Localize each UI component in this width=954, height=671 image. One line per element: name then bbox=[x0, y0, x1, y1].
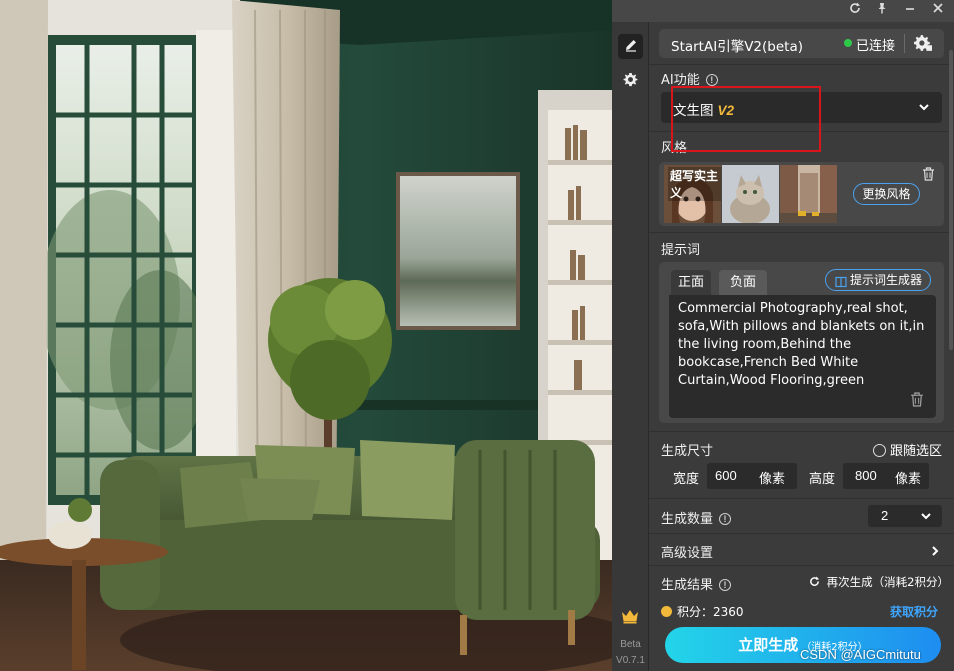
count-dropdown[interactable]: 2 bbox=[868, 505, 942, 527]
ai-function-dropdown[interactable]: 文生图 V2 bbox=[661, 92, 942, 123]
ai-function-label: AI功能! bbox=[661, 69, 718, 88]
section-divider bbox=[649, 232, 954, 233]
minimize-icon[interactable] bbox=[902, 2, 918, 18]
trash-icon[interactable] bbox=[922, 167, 936, 183]
section-divider bbox=[649, 131, 954, 132]
count-label: 生成数量! bbox=[661, 508, 732, 527]
pin-icon[interactable] bbox=[874, 2, 890, 18]
generated-image-canvas bbox=[0, 0, 612, 671]
prompt-textarea[interactable]: Commercial Photography,real shot, sofa,W… bbox=[669, 295, 936, 418]
engine-name: StartAI引擎V2(beta) bbox=[671, 39, 803, 55]
plugin-panel: StartAI引擎V2(beta) 已连接 AI功能! 文生图 V2 风格 超写实… bbox=[649, 22, 954, 671]
result-label-text: 生成结果 bbox=[661, 578, 714, 593]
prompt-card: 正面 负面 提示词生成器 Commercial Photography,real… bbox=[659, 262, 944, 423]
chevron-down-icon bbox=[918, 101, 930, 113]
clear-prompt-icon[interactable] bbox=[910, 392, 924, 408]
prompt-generator-button[interactable]: 提示词生成器 bbox=[825, 269, 931, 291]
ai-function-label-text: AI功能 bbox=[661, 73, 700, 88]
count-value: 2 bbox=[881, 508, 889, 523]
style-card: 超写实主义 更换风格 bbox=[659, 162, 944, 226]
style-thumb-portrait[interactable]: 超写实主义 bbox=[664, 165, 721, 223]
regenerate-button[interactable]: 再次生成（消耗2积分） bbox=[809, 574, 949, 590]
plugin-side-rail: Beta V0.7.1 bbox=[612, 22, 649, 671]
width-value[interactable]: 600 bbox=[715, 468, 737, 483]
plugin-title-bar bbox=[612, 0, 954, 22]
ai-function-value: 文生图 bbox=[673, 103, 714, 119]
engine-settings-icon[interactable] bbox=[914, 34, 934, 54]
points-text: 积分：2360 bbox=[677, 605, 744, 619]
width-unit: 像素 bbox=[759, 472, 786, 487]
refresh-icon[interactable] bbox=[847, 2, 863, 18]
follow-selection-label: 跟随选区 bbox=[889, 444, 942, 459]
width-label: 宽度 bbox=[673, 472, 700, 487]
connection-status: 已连接 bbox=[856, 39, 896, 54]
count-label-text: 生成数量 bbox=[661, 512, 714, 527]
size-inputs: 宽度 600 像素 高度 800 像素 bbox=[661, 463, 942, 491]
section-divider bbox=[649, 64, 954, 65]
prompt-text[interactable]: Commercial Photography,real shot, sofa,W… bbox=[678, 300, 928, 390]
section-divider bbox=[649, 565, 954, 566]
divider bbox=[904, 34, 905, 53]
close-icon[interactable] bbox=[930, 2, 946, 18]
crown-icon[interactable] bbox=[621, 608, 639, 628]
tab-positive[interactable]: 正面 bbox=[671, 270, 711, 295]
height-input[interactable]: 800 像素 bbox=[843, 463, 929, 489]
section-divider bbox=[649, 533, 954, 534]
prompt-label: 提示词 bbox=[661, 243, 701, 258]
prompt-generator-label: 提示词生成器 bbox=[850, 273, 923, 287]
style-label: 风格 bbox=[661, 141, 688, 156]
status-dot bbox=[844, 39, 852, 47]
follow-selection-option[interactable]: 跟随选区 bbox=[872, 440, 942, 459]
chevron-down-icon bbox=[920, 510, 932, 526]
height-label: 高度 bbox=[809, 472, 836, 487]
beta-label: Beta bbox=[620, 639, 641, 650]
height-unit: 像素 bbox=[895, 472, 922, 487]
size-label: 生成尺寸 bbox=[661, 444, 714, 459]
version-label: V0.7.1 bbox=[616, 655, 645, 666]
advanced-settings-row[interactable]: 高级设置 bbox=[661, 542, 713, 561]
regenerate-label: 再次生成（消耗2积分） bbox=[826, 575, 949, 589]
section-divider bbox=[649, 431, 954, 432]
gear-icon bbox=[623, 72, 638, 91]
get-points-link[interactable]: 获取积分 bbox=[890, 603, 938, 620]
style-thumb-city[interactable] bbox=[780, 165, 837, 223]
points-balance: 积分：2360 bbox=[661, 603, 744, 620]
v2-badge: V2 bbox=[717, 103, 735, 118]
book-icon bbox=[835, 274, 847, 294]
section-divider bbox=[649, 498, 954, 499]
info-icon[interactable]: ! bbox=[719, 513, 732, 525]
width-input[interactable]: 600 像素 bbox=[707, 463, 797, 489]
style-name: 超写实主义 bbox=[668, 167, 721, 201]
watermark: CSDN @AIGCmitutu bbox=[800, 647, 921, 662]
chevron-right-icon[interactable] bbox=[930, 545, 940, 557]
pencil-icon bbox=[624, 38, 638, 56]
info-icon[interactable]: ! bbox=[705, 74, 718, 86]
coin-icon bbox=[661, 606, 672, 617]
living-room-image bbox=[0, 0, 612, 671]
radio-icon bbox=[872, 444, 886, 457]
result-label: 生成结果! bbox=[661, 574, 732, 593]
rail-item-edit[interactable] bbox=[618, 34, 643, 59]
change-style-button[interactable]: 更换风格 bbox=[853, 183, 920, 205]
style-thumb-cat[interactable] bbox=[722, 165, 779, 223]
ai-function-selected: 文生图 V2 bbox=[673, 99, 734, 119]
generate-label: 立即生成 bbox=[738, 636, 799, 654]
height-value[interactable]: 800 bbox=[855, 468, 877, 483]
tab-negative[interactable]: 负面 bbox=[719, 270, 767, 295]
engine-selector[interactable]: StartAI引擎V2(beta) 已连接 bbox=[659, 29, 944, 58]
scrollbar[interactable] bbox=[949, 50, 953, 350]
rail-item-settings[interactable] bbox=[618, 69, 643, 94]
regenerate-icon bbox=[809, 575, 827, 589]
info-icon[interactable]: ! bbox=[719, 579, 732, 591]
